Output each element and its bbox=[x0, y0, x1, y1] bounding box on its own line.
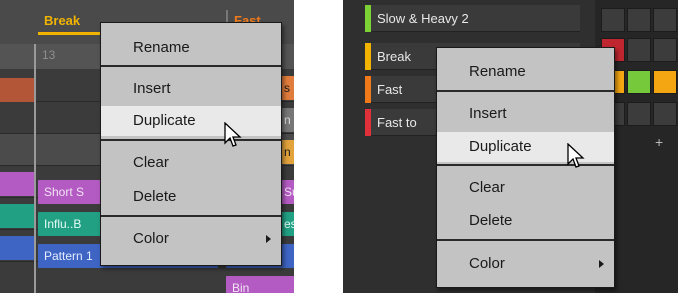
add-pattern-icon[interactable]: + bbox=[655, 134, 663, 150]
lane-color-tab bbox=[0, 172, 34, 196]
pattern-panel: Slow & Heavy 2 Break Fast Fast to + Rena… bbox=[343, 0, 678, 293]
pad[interactable] bbox=[627, 70, 651, 94]
menu-item-clear[interactable]: Clear bbox=[437, 173, 614, 203]
pad[interactable] bbox=[627, 102, 651, 126]
context-menu: Rename Insert Duplicate Clear Delete Col… bbox=[436, 47, 615, 288]
menu-item-insert[interactable]: Insert bbox=[101, 74, 281, 104]
pad[interactable] bbox=[627, 38, 651, 62]
arranger-panel: Break Fast 13 Short S Influ..B Pattern 1… bbox=[0, 0, 294, 293]
menu-item-rename[interactable]: Rename bbox=[437, 57, 614, 87]
mouse-pointer-icon bbox=[567, 143, 585, 168]
group-label: Fast to bbox=[377, 115, 417, 130]
menu-item-delete[interactable]: Delete bbox=[437, 206, 614, 236]
pattern-clip[interactable]: Short S bbox=[38, 180, 108, 204]
menu-item-insert[interactable]: Insert bbox=[437, 99, 614, 129]
section-divider bbox=[34, 44, 36, 293]
group-label: Slow & Heavy 2 bbox=[377, 11, 469, 26]
group-color-tab bbox=[365, 109, 371, 136]
menu-item-color[interactable]: Color bbox=[437, 249, 614, 279]
pattern-clip[interactable]: Influ..B bbox=[38, 212, 108, 236]
menu-item-color-label: Color bbox=[469, 255, 505, 272]
group-label: Fast bbox=[377, 82, 403, 97]
menu-item-color-label: Color bbox=[133, 230, 169, 247]
pad[interactable] bbox=[601, 8, 625, 32]
pad[interactable] bbox=[653, 8, 677, 32]
menu-item-duplicate[interactable]: Duplicate bbox=[437, 132, 614, 162]
mouse-pointer-icon bbox=[224, 122, 242, 147]
menu-separator bbox=[101, 215, 281, 217]
menu-item-clear[interactable]: Clear bbox=[101, 148, 281, 178]
submenu-arrow-icon bbox=[266, 235, 271, 243]
menu-separator bbox=[437, 90, 614, 92]
submenu-arrow-icon bbox=[599, 260, 604, 268]
menu-item-color[interactable]: Color bbox=[101, 224, 281, 254]
pad[interactable] bbox=[653, 38, 677, 62]
group-color-tab bbox=[365, 76, 371, 103]
pad[interactable] bbox=[627, 8, 651, 32]
pad[interactable] bbox=[653, 102, 677, 126]
group-color-tab bbox=[365, 5, 371, 32]
menu-separator bbox=[101, 139, 281, 141]
pad[interactable] bbox=[653, 70, 677, 94]
section-break[interactable]: Break bbox=[38, 10, 100, 35]
menu-separator bbox=[101, 65, 281, 67]
context-menu: Rename Insert Duplicate Clear Delete Col… bbox=[100, 22, 282, 266]
group-color-tab bbox=[365, 43, 371, 70]
lane-color-tab bbox=[0, 204, 34, 228]
menu-item-rename[interactable]: Rename bbox=[101, 33, 281, 63]
ruler-bar-number: 13 bbox=[42, 48, 56, 62]
menu-separator bbox=[437, 239, 614, 241]
pattern-clip-fragment[interactable]: Bin bbox=[226, 276, 294, 293]
menu-item-duplicate[interactable]: Duplicate bbox=[101, 106, 281, 136]
group-label: Break bbox=[377, 49, 411, 64]
group-slow-heavy-2[interactable]: Slow & Heavy 2 bbox=[365, 5, 580, 32]
lane-color-tab bbox=[0, 78, 34, 102]
lane-color-tab bbox=[0, 236, 34, 260]
menu-separator bbox=[437, 164, 614, 166]
menu-item-delete[interactable]: Delete bbox=[101, 182, 281, 212]
